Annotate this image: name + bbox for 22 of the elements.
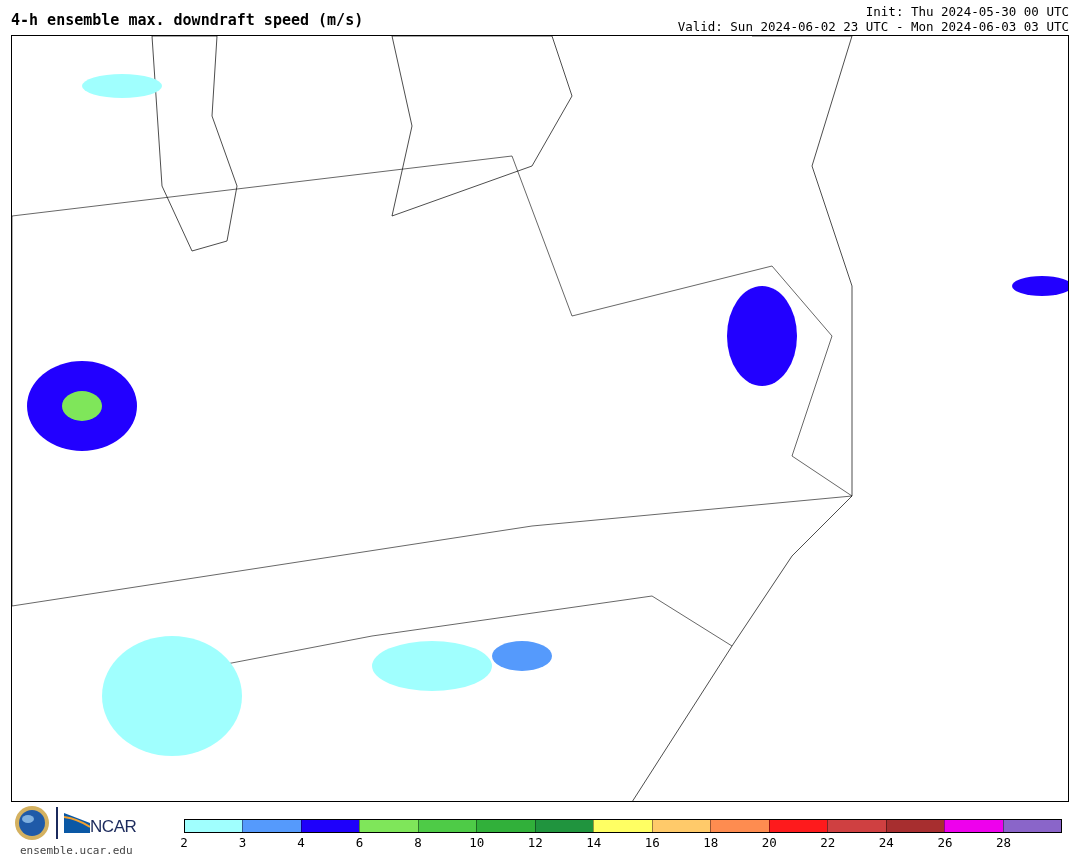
tick-label: 20: [761, 837, 777, 850]
tick-label: 8: [414, 837, 422, 850]
tick-label: 2: [180, 837, 188, 850]
tick-label: 18: [703, 837, 719, 850]
logo-text: NCAR: [90, 816, 137, 839]
tick-label: 14: [586, 837, 602, 850]
tick-label: 3: [238, 837, 247, 850]
tick-label: 24: [878, 837, 894, 850]
chart-title: 4-h ensemble max. downdraft speed (m/s): [11, 13, 364, 31]
tick-label: 12: [527, 837, 543, 850]
tick-label: 22: [820, 837, 836, 850]
tick-label: 6: [355, 837, 364, 850]
tick-label: 28: [995, 837, 1011, 850]
tick-label: 16: [644, 837, 660, 850]
tick-label: 26: [937, 837, 953, 850]
valid-time: Valid: Sun 2024-06-02 23 UTC - Mon 2024-06-03 03 UTC: [677, 19, 1069, 34]
globe-seal-icon: [14, 805, 50, 841]
website-url: ensemble.ucar.edu: [20, 843, 133, 859]
init-time: Init: Thu 2024-05-30 00 UTC: [865, 4, 1069, 19]
swoosh-icon: [64, 813, 90, 833]
tick-label: 10: [469, 837, 485, 850]
tick-label: 4: [297, 837, 305, 850]
